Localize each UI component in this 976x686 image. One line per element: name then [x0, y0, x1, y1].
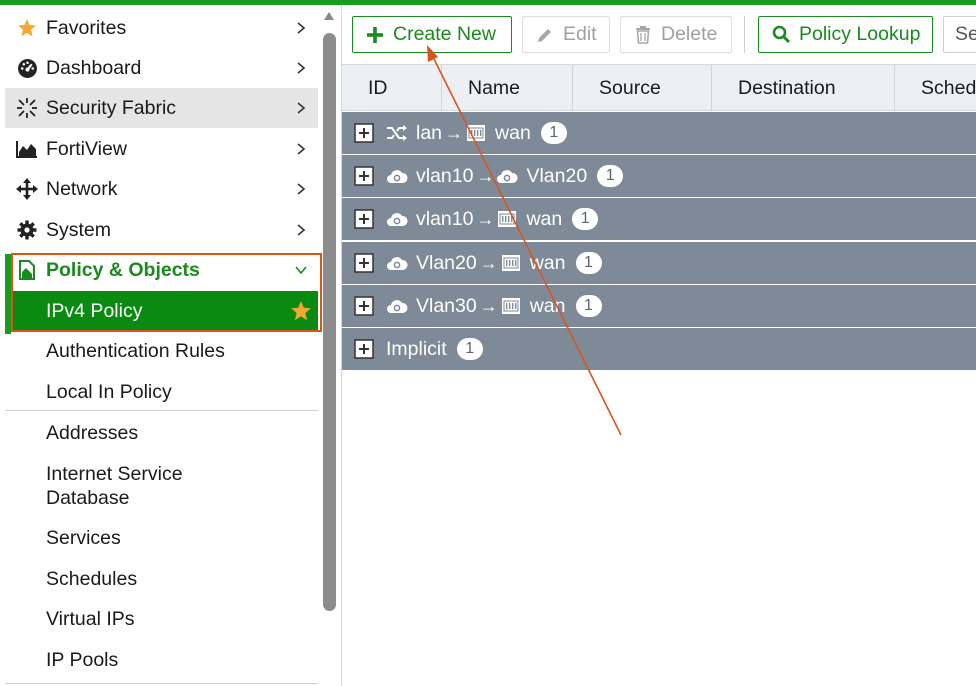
- toolbar-separator: [744, 16, 745, 53]
- sidebar-item-ipv4-policy[interactable]: IPv4 Policy: [11, 291, 318, 331]
- count-badge: 1: [456, 338, 483, 360]
- sidebar-item-favorites[interactable]: Favorites: [5, 8, 318, 48]
- count-badge: 1: [597, 165, 624, 187]
- sidebar-item-label: Network: [46, 177, 118, 200]
- search-icon: [771, 25, 791, 45]
- sidebar-item-label: Favorites: [46, 16, 127, 39]
- search-input[interactable]: Se: [943, 16, 976, 53]
- chevron-right-icon: [297, 22, 306, 34]
- scrollbar-thumb[interactable]: [323, 33, 336, 611]
- sidebar-item-internet-service-database[interactable]: Internet Service Database: [5, 462, 318, 510]
- cloud-icon: [496, 166, 518, 186]
- policy-group-row[interactable]: vlan10 → Vlan20 1: [342, 155, 976, 198]
- sidebar-item-label: Policy & Objects: [46, 258, 200, 281]
- port-icon: [465, 123, 487, 143]
- sidebar-divider: [5, 683, 318, 684]
- sidebar-item-addresses[interactable]: Addresses: [5, 421, 318, 445]
- star-icon: [16, 17, 38, 39]
- sidebar-item-schedules[interactable]: Schedules: [5, 567, 318, 591]
- column-header-id[interactable]: ID: [342, 65, 442, 111]
- expand-icon[interactable]: [354, 296, 374, 316]
- chevron-right-icon: [297, 62, 306, 74]
- column-header-destination[interactable]: Destination: [712, 65, 895, 111]
- port-icon: [500, 296, 522, 316]
- policy-group-row-implicit[interactable]: Implicit 1: [342, 328, 976, 371]
- trash-icon: [633, 25, 653, 45]
- column-header-name[interactable]: Name: [442, 65, 573, 111]
- cloud-icon: [386, 296, 408, 316]
- pencil-icon: [535, 25, 555, 45]
- sidebar-item-label: FortiView: [46, 137, 127, 160]
- sidebar-item-ip-pools[interactable]: IP Pools: [5, 648, 318, 672]
- sidebar-item-services[interactable]: Services: [5, 526, 318, 550]
- fortiview-chart-icon: [16, 138, 38, 160]
- network-move-icon: [16, 178, 38, 200]
- chevron-right-icon: [297, 224, 306, 236]
- gear-icon: [16, 219, 38, 241]
- sidebar-item-label: Security Fabric: [46, 96, 177, 119]
- count-badge: 1: [575, 252, 602, 274]
- expand-icon[interactable]: [354, 166, 374, 186]
- policy-lookup-button[interactable]: Policy Lookup: [758, 16, 933, 53]
- policy-group-row[interactable]: lan → wan 1: [342, 112, 976, 155]
- sidebar-item-local-in-policy[interactable]: Local In Policy: [5, 380, 318, 404]
- sidebar-item-security-fabric[interactable]: Security Fabric: [5, 88, 318, 128]
- policy-group-row[interactable]: Vlan30 → wan 1: [342, 285, 976, 328]
- expand-icon[interactable]: [354, 123, 374, 143]
- plus-icon: [365, 25, 385, 45]
- count-badge: 1: [572, 208, 599, 230]
- sidebar-item-network[interactable]: Network: [5, 169, 318, 209]
- star-icon[interactable]: [290, 300, 312, 328]
- sidebar-item-label: System: [46, 218, 112, 241]
- chevron-right-icon: [297, 183, 306, 195]
- column-header-source[interactable]: Source: [573, 65, 712, 111]
- sidebar-item-authentication-rules[interactable]: Authentication Rules: [5, 339, 318, 363]
- count-badge: 1: [540, 122, 567, 144]
- policy-group-row[interactable]: vlan10 → wan 1: [342, 198, 976, 241]
- scroll-up-arrow-icon[interactable]: [324, 12, 334, 20]
- sidebar-item-virtual-ips[interactable]: Virtual IPs: [5, 607, 318, 631]
- sidebar-item-label: Dashboard: [46, 56, 142, 79]
- sidebar-item-fortiview[interactable]: FortiView: [5, 129, 318, 169]
- sidebar-divider: [5, 410, 318, 411]
- dashboard-icon: [16, 57, 38, 79]
- column-header-schedule[interactable]: Schedu: [895, 65, 976, 111]
- shuffle-icon: [386, 123, 408, 143]
- security-fabric-icon: [16, 97, 38, 119]
- port-icon: [500, 253, 522, 273]
- sidebar-item-dashboard[interactable]: Dashboard: [5, 48, 318, 88]
- count-badge: 1: [575, 295, 602, 317]
- table-header: ID Name Source Destination Schedu: [342, 64, 976, 111]
- sidebar-item-label: IPv4 Policy: [46, 299, 143, 322]
- sidebar-item-system[interactable]: System: [5, 210, 318, 250]
- expand-icon[interactable]: [354, 253, 374, 273]
- delete-button[interactable]: Delete: [620, 16, 732, 53]
- sidebar-item-policy-objects[interactable]: Policy & Objects: [5, 250, 318, 290]
- chevron-right-icon: [297, 143, 306, 155]
- policy-group-row[interactable]: Vlan20 → wan 1: [342, 242, 976, 285]
- cloud-icon: [386, 166, 408, 186]
- expand-icon[interactable]: [354, 209, 374, 229]
- create-new-button[interactable]: Create New: [352, 16, 512, 53]
- cloud-icon: [386, 209, 408, 229]
- cloud-icon: [386, 253, 408, 273]
- port-icon: [496, 209, 518, 229]
- edit-button[interactable]: Edit: [522, 16, 610, 53]
- chevron-down-icon: [295, 266, 307, 275]
- sidebar: Favorites Dashboard Security Fabric Fort…: [0, 5, 322, 686]
- chevron-right-icon: [297, 102, 306, 114]
- policy-document-icon: [16, 259, 38, 281]
- expand-icon[interactable]: [354, 339, 374, 359]
